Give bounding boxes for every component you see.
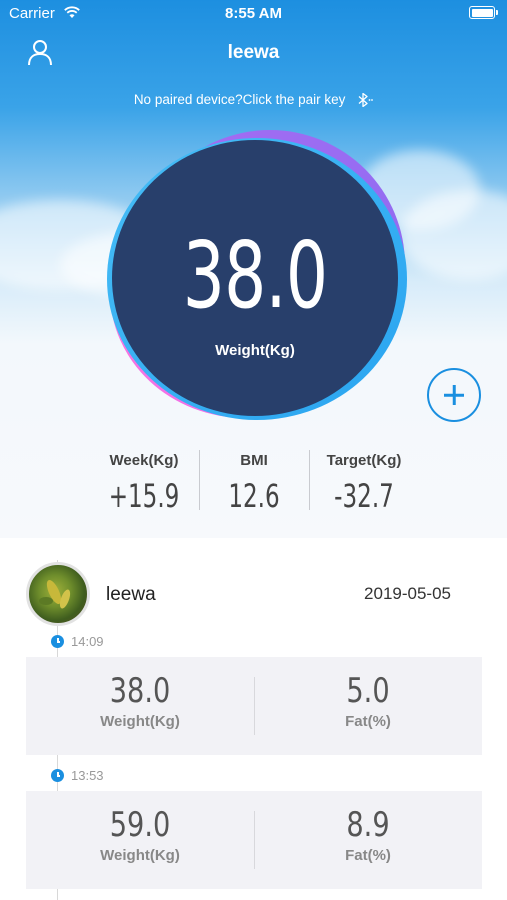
record-weight-value: 59.0 [109, 805, 171, 845]
record-fat: 5.0 Fat(%) [254, 657, 482, 730]
stat-bmi: BMI 12.6 [194, 452, 314, 515]
status-bar: Carrier 8:55 AM [0, 0, 507, 28]
history-user-name: leewa [106, 584, 156, 605]
record-weight-label: Weight(Kg) [100, 847, 180, 864]
add-record-button[interactable] [427, 368, 481, 422]
record-weight-value: 38.0 [109, 671, 171, 711]
record-card[interactable]: 59.0 Weight(Kg) 8.9 Fat(%) [26, 791, 482, 889]
stat-week-label: Week(Kg) [109, 452, 179, 469]
record-fat-label: Fat(%) [345, 713, 391, 730]
current-weight-label: Weight(Kg) [215, 342, 295, 359]
record-time: 14:09 [71, 634, 104, 649]
clock-icon [51, 635, 64, 648]
record-fat-label: Fat(%) [345, 847, 391, 864]
stat-week-value: +15.9 [108, 477, 180, 515]
pair-prompt[interactable]: No paired device?Click the pair key [0, 92, 507, 108]
current-weight-value: 38.0 [182, 222, 328, 329]
page-title: leewa [227, 42, 280, 63]
stat-target: Target(Kg) -32.7 [304, 452, 424, 515]
history-date: 2019-05-05 [364, 584, 451, 603]
stat-week: Week(Kg) +15.9 [84, 452, 204, 515]
record-time: 13:53 [71, 768, 104, 783]
stat-bmi-label: BMI [240, 452, 268, 469]
record-weight: 59.0 Weight(Kg) [26, 791, 254, 864]
avatar[interactable] [26, 562, 90, 626]
record-fat-value: 8.9 [346, 805, 390, 845]
record-fat-value: 5.0 [346, 671, 390, 711]
record-weight: 38.0 Weight(Kg) [26, 657, 254, 730]
clock-icon [51, 769, 64, 782]
record-card[interactable]: 38.0 Weight(Kg) 5.0 Fat(%) [26, 657, 482, 755]
stat-bmi-value: 12.6 [228, 477, 280, 515]
stat-target-value: -32.7 [334, 477, 394, 515]
bluetooth-icon[interactable] [357, 93, 374, 108]
record-fat: 8.9 Fat(%) [254, 791, 482, 864]
record-weight-label: Weight(Kg) [100, 713, 180, 730]
clock-time: 8:55 AM [225, 5, 282, 22]
pair-prompt-text: No paired device?Click the pair key [133, 92, 346, 107]
stat-target-label: Target(Kg) [326, 452, 402, 469]
battery-icon [469, 6, 498, 19]
